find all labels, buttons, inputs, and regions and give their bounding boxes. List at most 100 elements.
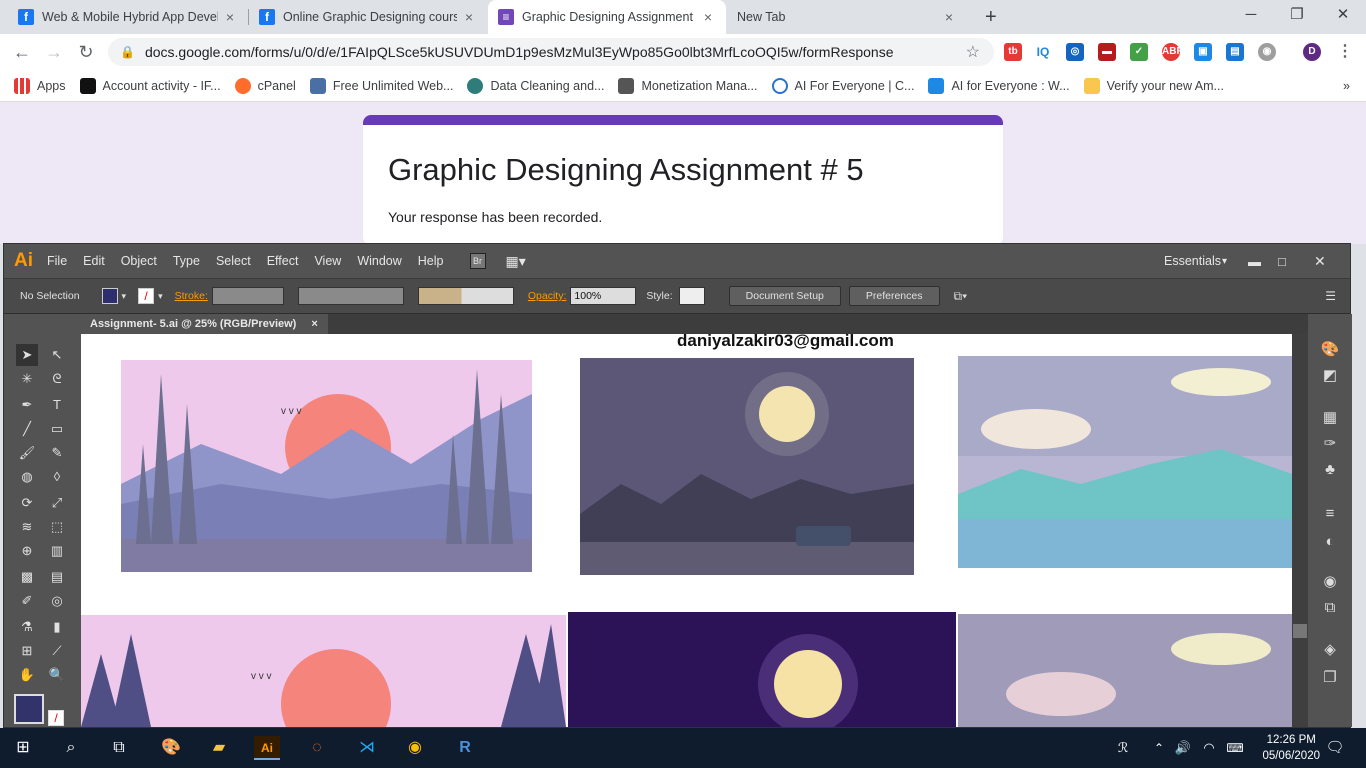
address-bar[interactable]: 🔒 docs.google.com/forms/u/0/d/e/1FAIpQLS…	[108, 38, 994, 66]
zoom-tool-icon[interactable]: 🔍	[46, 664, 68, 686]
pen-tool-icon[interactable]: ✒	[16, 394, 38, 416]
tab-assignment-active[interactable]: ≡ Graphic Designing Assignment # ×	[488, 0, 726, 34]
symbol-sprayer-tool-icon[interactable]: ⚗	[16, 616, 38, 638]
chevron-down-icon[interactable]: ▾	[1222, 256, 1227, 267]
blob-brush-tool-icon[interactable]: ◍	[16, 466, 38, 488]
stroke-swatch[interactable]: /	[138, 288, 155, 304]
paintbrush-tool-icon[interactable]: 🖌	[16, 442, 38, 464]
blend-tool-icon[interactable]: ◎	[46, 590, 68, 612]
pencil-tool-icon[interactable]: ✎	[46, 442, 68, 464]
color-palette-icon[interactable]: 🎨	[1320, 340, 1340, 360]
direct-selection-tool-icon[interactable]: ↖	[46, 344, 68, 366]
illustrator-taskbar-icon[interactable]: Ai	[254, 736, 280, 760]
mesh-tool-icon[interactable]: ▩	[16, 566, 38, 588]
menu-object[interactable]: Object	[121, 254, 157, 268]
line-tool-icon[interactable]: ╱	[16, 418, 38, 440]
brushes-icon[interactable]: ✑	[1320, 434, 1340, 454]
globe-icon[interactable]: ◉	[1258, 43, 1276, 61]
bookmark-item[interactable]: Monetization Mana...	[618, 77, 758, 94]
perspective-grid-tool-icon[interactable]: ▥	[46, 540, 68, 562]
menu-type[interactable]: Type	[173, 254, 200, 268]
stroke-color-swatch[interactable]: /	[48, 710, 64, 726]
layers-icon[interactable]: ◈	[1320, 640, 1340, 660]
opacity-field[interactable]: 100%	[570, 287, 637, 305]
rotate-tool-icon[interactable]: ⟳	[16, 492, 38, 514]
graphic-style-swatch[interactable]	[678, 287, 705, 305]
width-tool-icon[interactable]: ≋	[16, 516, 38, 538]
fill-color-swatch[interactable]	[14, 694, 44, 724]
chrome-icon[interactable]: ◉	[402, 736, 428, 760]
slice-tool-icon[interactable]: ⟋	[46, 640, 68, 662]
preferences-button[interactable]: Preferences	[848, 286, 940, 306]
gradient-tool-icon[interactable]: ▤	[46, 566, 68, 588]
menu-window[interactable]: Window	[357, 254, 401, 268]
back-icon[interactable]: ←	[10, 40, 34, 64]
bookmark-item[interactable]: Data Cleaning and...	[467, 77, 604, 94]
new-tab-button[interactable]: +	[975, 0, 1005, 34]
bridge-button[interactable]: Br	[469, 253, 486, 269]
scroll-thumb[interactable]	[1293, 624, 1307, 638]
close-tab-icon[interactable]: ×	[461, 9, 477, 25]
profile-avatar[interactable]: D	[1303, 43, 1321, 61]
bookmarks-more-icon[interactable]: »	[1343, 79, 1350, 93]
document-setup-button[interactable]: Document Setup	[728, 286, 841, 306]
menu-select[interactable]: Select	[216, 254, 251, 268]
bookmark-item[interactable]: Account activity - IF...	[79, 77, 221, 94]
keyboard-icon[interactable]: ⌨	[1222, 736, 1248, 760]
shape-builder-tool-icon[interactable]: ⊕	[16, 540, 38, 562]
panel-menu-icon[interactable]: ☰	[1325, 289, 1336, 303]
r-studio-icon[interactable]: R	[452, 736, 478, 760]
bookmark-item[interactable]: Verify your new Am...	[1083, 77, 1224, 94]
extension-icon[interactable]: ▤	[1226, 43, 1244, 61]
bookmark-item[interactable]: cPanel	[234, 77, 296, 94]
tab-web-mobile[interactable]: f Web & Mobile Hybrid App Devel ×	[8, 0, 248, 34]
stroke-label[interactable]: Stroke:	[175, 290, 208, 302]
menu-help[interactable]: Help	[418, 254, 444, 268]
arrange-documents-icon[interactable]: ▦▾	[506, 253, 526, 270]
scale-tool-icon[interactable]: ⤢	[46, 492, 68, 514]
close-tab-icon[interactable]: ×	[941, 9, 957, 25]
stroke-panel-icon[interactable]: ≡	[1320, 504, 1340, 524]
restore-icon[interactable]: ❐	[1274, 0, 1320, 30]
bookmark-item[interactable]: AI for Everyone : W...	[928, 77, 1070, 94]
eyedropper-tool-icon[interactable]: ✐	[16, 590, 38, 612]
paint-app-icon[interactable]: 🎨	[158, 736, 184, 760]
close-window-icon[interactable]: ✕	[1320, 0, 1366, 30]
chevron-down-icon[interactable]: ▾	[122, 291, 127, 302]
free-transform-tool-icon[interactable]: ⬚	[46, 516, 68, 538]
extension-icon[interactable]: ▣	[1194, 43, 1212, 61]
magic-wand-tool-icon[interactable]: ✳	[16, 368, 38, 390]
people-icon[interactable]: ℛ	[1110, 736, 1136, 760]
minimize-icon[interactable]: ▬	[1248, 254, 1261, 269]
extension-icon[interactable]: ◎	[1066, 43, 1084, 61]
more-menu-icon[interactable]: ⋮	[1336, 43, 1354, 61]
close-document-icon[interactable]: ×	[311, 318, 317, 330]
task-view-icon[interactable]: ⧉	[106, 736, 132, 760]
vscode-icon[interactable]: ⋊	[354, 736, 380, 760]
forward-icon[interactable]: →	[42, 40, 66, 64]
document-tab[interactable]: Assignment- 5.ai @ 25% (RGB/Preview) ×	[80, 314, 328, 334]
bookmark-apps[interactable]: Apps	[14, 77, 66, 94]
artboards-icon[interactable]: ❐	[1320, 668, 1340, 688]
menu-effect[interactable]: Effect	[267, 254, 299, 268]
adblock-icon[interactable]: ABP	[1162, 43, 1183, 61]
menu-edit[interactable]: Edit	[83, 254, 105, 268]
rectangle-tool-icon[interactable]: ▭	[46, 418, 68, 440]
column-graph-tool-icon[interactable]: ▮	[46, 616, 68, 638]
close-tab-icon[interactable]: ×	[222, 9, 238, 25]
swatches-icon[interactable]: ▦	[1320, 408, 1340, 428]
selection-tool-icon[interactable]: ➤	[16, 344, 38, 366]
color-guide-icon[interactable]: ◩	[1320, 366, 1340, 386]
opacity-label[interactable]: Opacity:	[528, 290, 567, 302]
variable-width-dropdown[interactable]	[297, 287, 404, 305]
menu-file[interactable]: File	[47, 254, 67, 268]
notification-icon[interactable]: 🗨	[1322, 736, 1348, 760]
close-tab-icon[interactable]: ×	[700, 9, 716, 25]
windows-start-icon[interactable]: ⊞	[10, 736, 36, 760]
extension-icon[interactable]: tb	[1004, 43, 1022, 61]
brush-dropdown[interactable]	[417, 287, 514, 305]
bookmark-star-icon[interactable]: ☆	[966, 42, 980, 62]
search-icon[interactable]: ⌕	[58, 736, 84, 760]
arrange-icon[interactable]: ⧉▾	[954, 289, 968, 304]
vertical-scrollbar[interactable]	[1292, 334, 1308, 727]
